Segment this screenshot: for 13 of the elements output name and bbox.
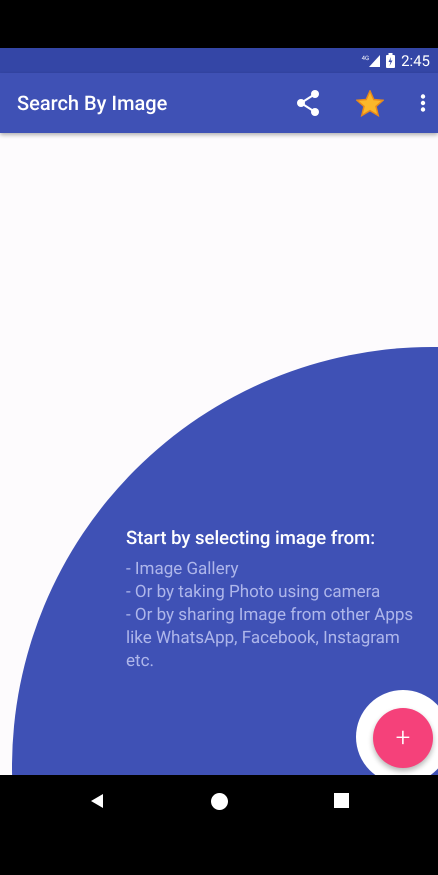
more-icon[interactable] — [420, 94, 426, 112]
back-icon[interactable] — [89, 793, 105, 809]
battery-icon — [386, 53, 396, 68]
empty-heading: Start by selecting image from: — [126, 527, 376, 549]
star-icon[interactable] — [356, 90, 384, 116]
share-icon[interactable] — [296, 90, 320, 116]
instruction-line: - Or by sharing Image from other Apps like WhatsApp, Facebook, Instagram etc. — [126, 604, 414, 673]
home-icon[interactable] — [211, 793, 228, 810]
instruction-line: - Image Gallery — [126, 558, 240, 581]
clock-time: 2:45 — [401, 52, 430, 70]
signal-icon — [369, 54, 380, 66]
app-title: Search By Image — [17, 91, 168, 115]
instruction-line: - Or by taking Photo using camera — [126, 581, 382, 604]
